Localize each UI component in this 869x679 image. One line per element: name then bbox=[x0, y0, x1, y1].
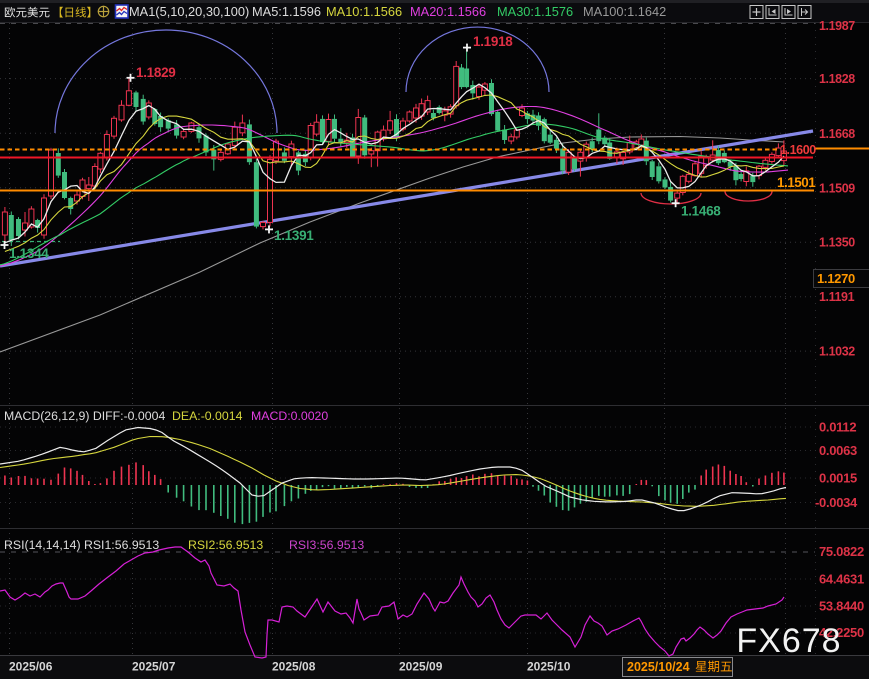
svg-text:2025/08: 2025/08 bbox=[272, 660, 316, 674]
svg-text:1.1918: 1.1918 bbox=[473, 34, 513, 49]
svg-text:2025/06: 2025/06 bbox=[9, 660, 53, 674]
svg-text:DEA:-0.0014: DEA:-0.0014 bbox=[172, 409, 243, 423]
svg-text:2025/10: 2025/10 bbox=[527, 660, 571, 674]
svg-text:MA100:1.1642: MA100:1.1642 bbox=[583, 4, 666, 19]
svg-text:1.1468: 1.1468 bbox=[681, 204, 721, 219]
svg-text:1.1350: 1.1350 bbox=[819, 236, 855, 250]
svg-text:53.8440: 53.8440 bbox=[819, 599, 864, 614]
svg-text:MA10:1.1566: MA10:1.1566 bbox=[326, 4, 402, 19]
svg-text:75.0822: 75.0822 bbox=[819, 544, 864, 559]
svg-text:RSI2:56.9513: RSI2:56.9513 bbox=[188, 538, 263, 552]
svg-text:64.4631: 64.4631 bbox=[819, 572, 864, 587]
svg-text:1.1032: 1.1032 bbox=[819, 345, 855, 359]
svg-text:2025/09: 2025/09 bbox=[399, 660, 443, 674]
svg-text:2025/10/24: 2025/10/24 bbox=[627, 660, 690, 674]
svg-text:MA5:1.1596: MA5:1.1596 bbox=[252, 4, 321, 19]
svg-text:2025/07: 2025/07 bbox=[132, 660, 176, 674]
svg-text:MACD(26,12,9) DIFF:-0.0004: MACD(26,12,9) DIFF:-0.0004 bbox=[4, 409, 165, 423]
svg-text:1.1391: 1.1391 bbox=[274, 228, 314, 243]
svg-text:1.1600: 1.1600 bbox=[780, 143, 816, 157]
svg-text:MACD:0.0020: MACD:0.0020 bbox=[251, 409, 328, 423]
svg-text:1.1668: 1.1668 bbox=[819, 127, 855, 141]
svg-text:1.1509: 1.1509 bbox=[819, 181, 855, 195]
svg-text:MA30:1.1576: MA30:1.1576 bbox=[497, 4, 573, 19]
svg-text:1.1270: 1.1270 bbox=[817, 271, 855, 286]
svg-text:1.1501: 1.1501 bbox=[777, 175, 816, 190]
svg-text:MA1(5,10,20,30,100): MA1(5,10,20,30,100) bbox=[129, 4, 249, 19]
svg-text:1.1344: 1.1344 bbox=[9, 246, 49, 261]
svg-text:FX678: FX678 bbox=[736, 622, 841, 660]
svg-text:1.1987: 1.1987 bbox=[819, 19, 855, 33]
svg-text:RSI(14,14,14) RSI1:56.9513: RSI(14,14,14) RSI1:56.9513 bbox=[4, 538, 159, 552]
svg-text:0.0015: 0.0015 bbox=[819, 471, 857, 486]
svg-text:1.1828: 1.1828 bbox=[819, 72, 855, 86]
svg-text:0.0112: 0.0112 bbox=[819, 420, 856, 435]
svg-text:0.0063: 0.0063 bbox=[819, 443, 857, 458]
svg-text:RSI3:56.9513: RSI3:56.9513 bbox=[289, 538, 364, 552]
svg-text:1.1829: 1.1829 bbox=[136, 65, 176, 80]
svg-text:MA20:1.1566: MA20:1.1566 bbox=[410, 4, 486, 19]
svg-text:-0.0034: -0.0034 bbox=[815, 495, 858, 510]
svg-text:1.1191: 1.1191 bbox=[819, 290, 855, 304]
